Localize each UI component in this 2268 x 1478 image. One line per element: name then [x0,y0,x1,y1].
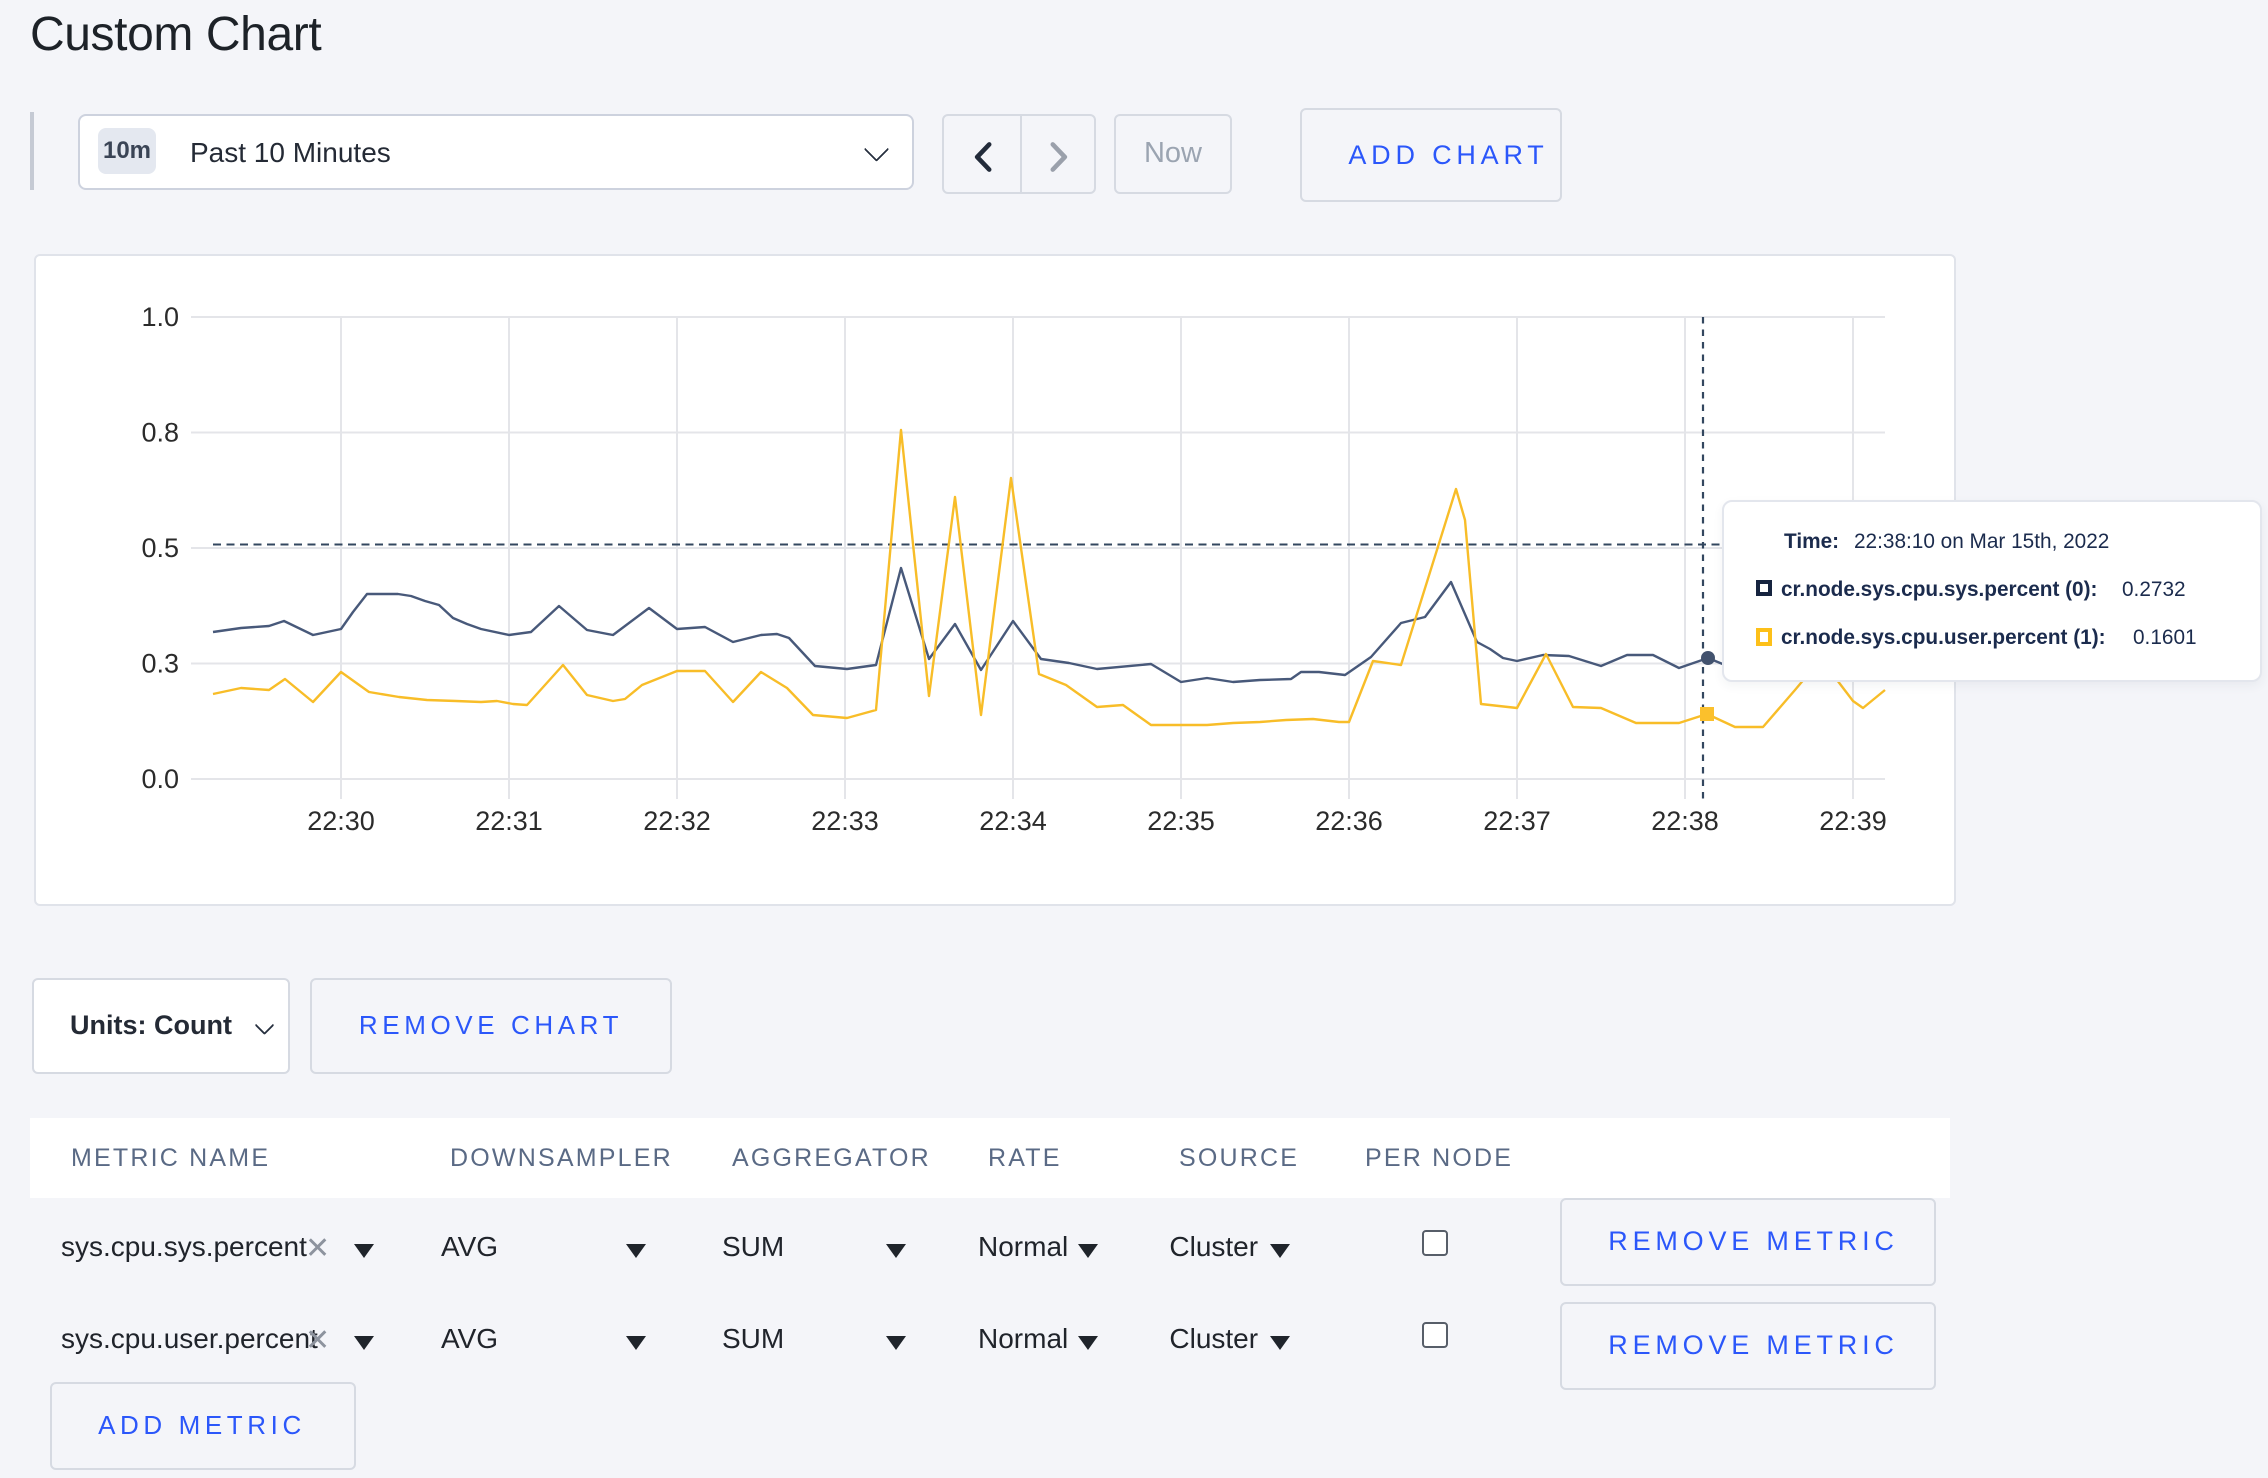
svg-text:0.3: 0.3 [140,648,178,678]
svg-text:22:32: 22:32 [642,805,710,835]
svg-text:0.0: 0.0 [140,763,178,793]
svg-text:22:38: 22:38 [1650,805,1718,835]
svg-text:22:37: 22:37 [1482,805,1550,835]
svg-text:22:33: 22:33 [810,805,878,835]
svg-text:22:36: 22:36 [1314,805,1382,835]
svg-text:22:35: 22:35 [1146,805,1214,835]
svg-text:0.8: 0.8 [140,417,178,447]
svg-text:22:30: 22:30 [306,805,374,835]
svg-text:22:39: 22:39 [1818,805,1886,835]
svg-text:22:31: 22:31 [474,805,542,835]
svg-text:1.0: 1.0 [140,301,178,331]
svg-text:22:34: 22:34 [978,805,1046,835]
svg-text:0.5: 0.5 [140,532,178,562]
